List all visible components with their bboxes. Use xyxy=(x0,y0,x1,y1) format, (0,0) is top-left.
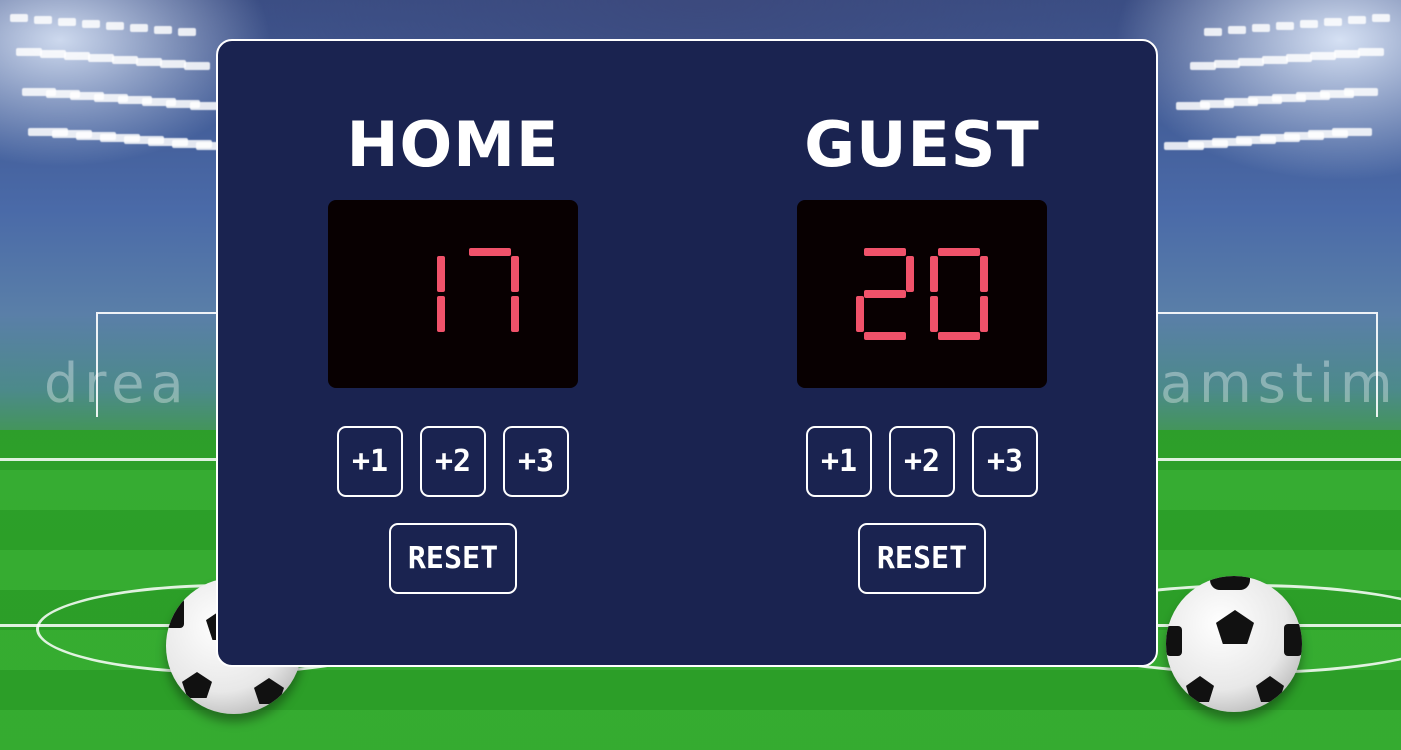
watermark-right: amstime xyxy=(1160,352,1401,415)
stadium-light xyxy=(40,50,66,58)
home-add-3-button[interactable]: +3 xyxy=(503,426,569,497)
stadium-light xyxy=(1252,24,1270,32)
soccer-ball-icon xyxy=(1166,576,1302,712)
guest-add-1-button[interactable]: +1 xyxy=(806,426,872,497)
stadium-light xyxy=(1228,26,1246,34)
score-digit-segment xyxy=(906,256,914,292)
score-digit-segment xyxy=(930,296,938,332)
guest-add-2-button[interactable]: +2 xyxy=(889,426,955,497)
stadium-light xyxy=(1324,18,1342,26)
score-digit-segment xyxy=(437,256,445,292)
guest-score xyxy=(856,248,988,340)
stadium-light xyxy=(10,14,28,22)
stadium-light xyxy=(1204,28,1222,36)
score-digit-segment xyxy=(864,290,906,298)
score-digit-segment xyxy=(864,248,906,256)
score-digit-segment xyxy=(938,332,980,340)
stadium-light xyxy=(1348,16,1366,24)
stadium-light xyxy=(1190,62,1216,70)
stadium-light xyxy=(58,18,76,26)
guest-reset-button[interactable]: RESET xyxy=(858,523,986,594)
stadium-light xyxy=(1300,20,1318,28)
guest-title: GUEST xyxy=(804,108,1040,181)
home-add-2-button[interactable]: +2 xyxy=(420,426,486,497)
stadium-light xyxy=(106,22,124,30)
score-digit-segment xyxy=(980,256,988,292)
stadium-light xyxy=(64,52,90,60)
scoreboard: HOME +1 +2 +3 RESET GUEST +1 +2 +3 RESET xyxy=(216,39,1158,667)
stadium-light xyxy=(130,24,148,32)
pitch-line-right xyxy=(1150,458,1401,461)
guest-point-buttons: +1 +2 +3 xyxy=(806,426,1038,497)
stadium-light xyxy=(88,54,114,62)
home-score xyxy=(437,248,519,332)
stadium-light xyxy=(178,28,196,36)
stadium-light xyxy=(1310,52,1336,60)
home-add-1-button[interactable]: +1 xyxy=(337,426,403,497)
stadium-light xyxy=(184,62,210,70)
stadium-light xyxy=(136,58,162,66)
guest-add-3-button[interactable]: +3 xyxy=(972,426,1038,497)
stadium-light xyxy=(112,56,138,64)
stadium-light xyxy=(154,26,172,34)
home-reset-button[interactable]: RESET xyxy=(389,523,517,594)
stadium-light xyxy=(1334,50,1360,58)
score-digit-segment xyxy=(856,296,864,332)
stadium-light xyxy=(82,20,100,28)
stadium-light xyxy=(1176,102,1210,110)
score-digit-segment xyxy=(511,256,519,292)
stadium-light xyxy=(1372,14,1390,22)
stadium-light xyxy=(160,60,186,68)
stadium-light xyxy=(1286,54,1312,62)
home-score-display xyxy=(328,200,578,388)
stadium-light xyxy=(1276,22,1294,30)
home-point-buttons: +1 +2 +3 xyxy=(337,426,569,497)
score-digit-segment xyxy=(511,296,519,332)
score-digit-segment xyxy=(469,248,511,256)
home-panel: HOME +1 +2 +3 RESET xyxy=(303,41,603,594)
stadium-light xyxy=(1262,56,1288,64)
stadium-light xyxy=(1358,48,1384,56)
guest-panel: GUEST +1 +2 +3 RESET xyxy=(772,41,1072,594)
score-digit-segment xyxy=(930,256,938,292)
stadium-light xyxy=(34,16,52,24)
score-digit-segment xyxy=(980,296,988,332)
stadium-light xyxy=(16,48,42,56)
home-title: HOME xyxy=(346,108,560,181)
score-digit-segment xyxy=(864,332,906,340)
pitch-line-left xyxy=(0,458,230,461)
score-digit-segment xyxy=(437,296,445,332)
guest-score-display xyxy=(797,200,1047,388)
stadium-light xyxy=(1214,60,1240,68)
score-digit-segment xyxy=(938,248,980,256)
watermark-left: drea xyxy=(44,352,190,415)
stadium-light xyxy=(1238,58,1264,66)
stadium-light xyxy=(1164,142,1204,150)
